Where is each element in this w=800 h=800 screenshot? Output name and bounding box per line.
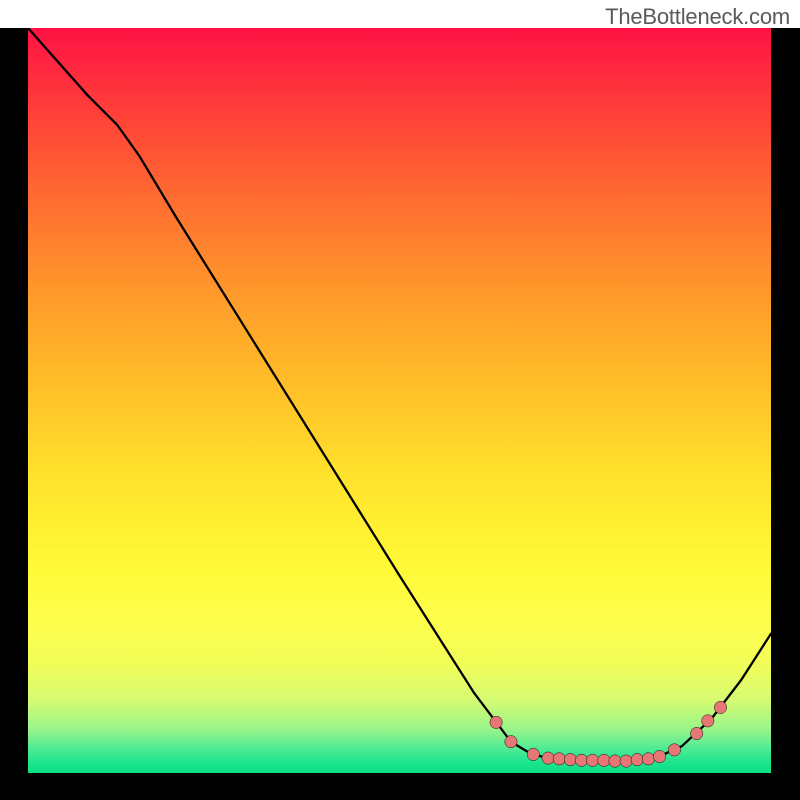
- marker-dot: [527, 748, 539, 760]
- marker-dot: [575, 754, 587, 766]
- marker-dot: [505, 736, 517, 748]
- marker-dot: [631, 753, 643, 765]
- watermark-text: TheBottleneck.com: [605, 4, 790, 30]
- marker-dot: [642, 753, 654, 765]
- marker-dot: [691, 727, 703, 739]
- marker-dot: [609, 755, 621, 767]
- marker-dot: [620, 755, 632, 767]
- marker-dot: [564, 753, 576, 765]
- bottleneck-chart: [28, 28, 771, 773]
- marker-dot: [714, 701, 726, 713]
- gradient-background-rect: [28, 28, 771, 773]
- marker-dot: [586, 754, 598, 766]
- marker-dot: [668, 744, 680, 756]
- marker-dot: [598, 754, 610, 766]
- marker-dot: [653, 750, 665, 762]
- marker-dot: [553, 753, 565, 765]
- marker-dot: [702, 715, 714, 727]
- marker-dot: [542, 752, 554, 764]
- marker-dot: [490, 716, 502, 728]
